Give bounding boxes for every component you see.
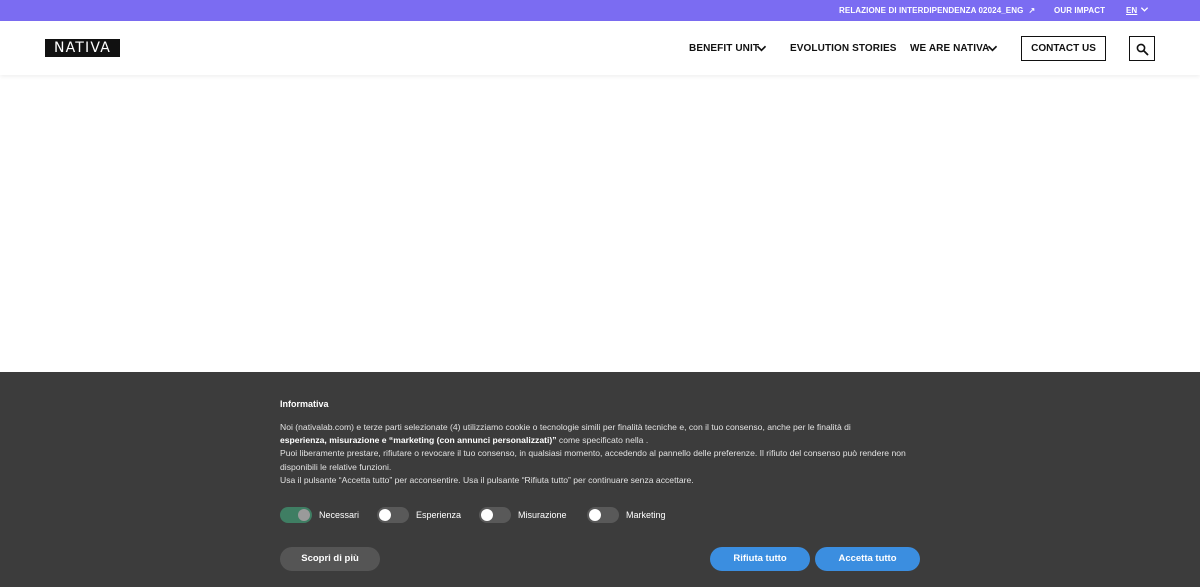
learn-more-button[interactable]: Scopri di più — [280, 547, 380, 571]
chevron-down-icon[interactable] — [987, 44, 998, 53]
cookie-purposes-bold: esperienza, misurazione e “marketing (co… — [280, 435, 557, 446]
cookie-title: Informativa — [280, 399, 329, 409]
cookie-text-line3: Puoi liberamente prestare, rifiutare o r… — [280, 448, 906, 472]
toggle-necessari[interactable] — [280, 507, 312, 523]
reject-all-button[interactable]: Rifiuta tutto — [710, 547, 810, 571]
nav-we-are-nativa[interactable]: WE ARE NATIVA — [910, 43, 989, 54]
nativa-logo[interactable]: NATIVA — [45, 39, 120, 57]
top-utility-bar: RELAZIONE DI INTERDIPENDENZA 02024_ENG ↗ … — [0, 0, 1200, 21]
our-impact-link[interactable]: OUR IMPACT — [1054, 6, 1105, 15]
cookie-text-line4: Usa il pulsante “Accetta tutto” per acco… — [280, 474, 694, 485]
external-arrow-icon: ↗ — [1028, 6, 1036, 15]
toggle-label-misurazione: Misurazione — [518, 510, 567, 520]
cookie-text-line1: Noi (nativalab.com) e terze parti selezi… — [280, 422, 851, 432]
toggle-esperienza[interactable] — [377, 507, 409, 523]
accept-all-button[interactable]: Accetta tutto — [815, 547, 920, 571]
toggle-knob — [589, 509, 601, 521]
toggle-knob — [481, 509, 493, 521]
relazione-link-label: RELAZIONE DI INTERDIPENDENZA 02024_ENG — [839, 6, 1024, 15]
nav-evolution-stories[interactable]: EVOLUTION STORIES — [790, 43, 897, 54]
toggle-knob — [298, 509, 310, 521]
toggle-misurazione[interactable] — [479, 507, 511, 523]
cookie-description: Noi (nativalab.com) e terze parti selezi… — [280, 421, 930, 487]
chevron-down-icon[interactable] — [1140, 5, 1149, 14]
toggle-label-marketing: Marketing — [626, 510, 666, 520]
toggle-label-esperienza: Esperienza — [416, 510, 462, 520]
search-icon — [1136, 43, 1149, 56]
language-selector[interactable]: EN — [1126, 6, 1137, 15]
toggle-marketing[interactable] — [587, 507, 619, 523]
contact-us-button[interactable]: CONTACT US — [1021, 36, 1106, 61]
nav-benefit-unit[interactable]: BENEFIT UNIT — [689, 43, 759, 54]
search-button[interactable] — [1129, 36, 1155, 61]
cookie-consent-banner: Informativa Noi (nativalab.com) e terze … — [0, 372, 1200, 587]
site-header: NATIVA BENEFIT UNIT EVOLUTION STORIES WE… — [0, 21, 1200, 75]
cookie-text-line2: esperienza, misurazione e “marketing (co… — [280, 434, 930, 447]
cookie-text-line2-rest: come specificato nella . — [556, 435, 649, 446]
toggle-label-necessari: Necessari — [319, 510, 360, 520]
relazione-link[interactable]: RELAZIONE DI INTERDIPENDENZA 02024_ENG ↗ — [839, 6, 1035, 15]
chevron-down-icon[interactable] — [756, 44, 767, 53]
toggle-knob — [379, 509, 391, 521]
